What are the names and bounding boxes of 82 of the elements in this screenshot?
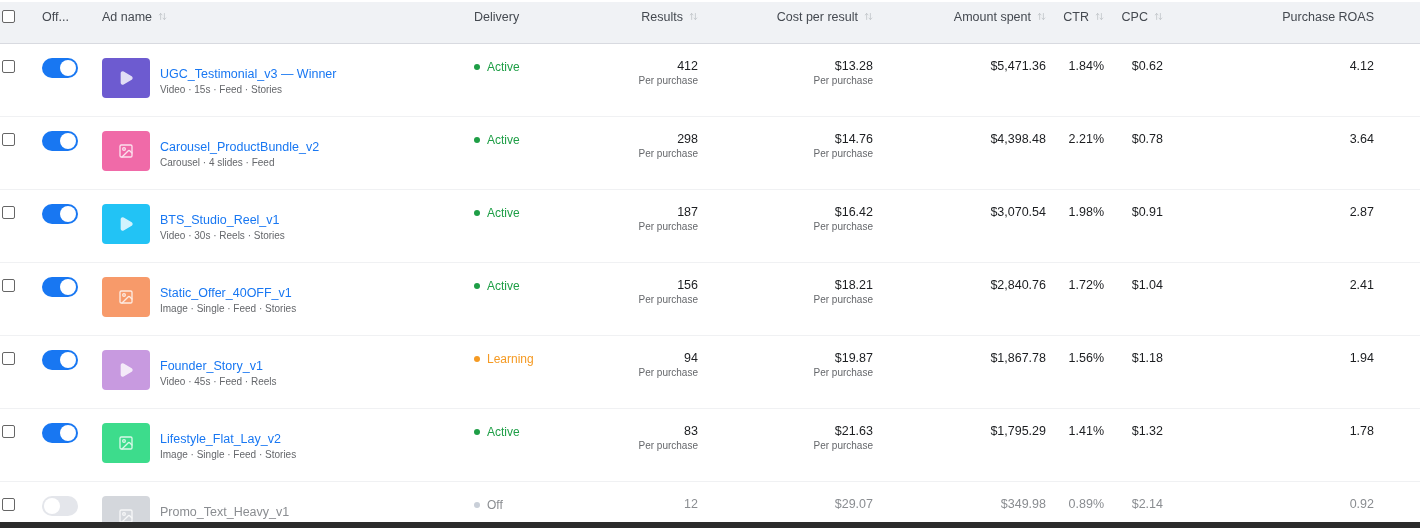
result-type-label: Per purchase xyxy=(813,439,873,453)
ad-name-link[interactable]: BTS_Studio_Reel_v1 xyxy=(160,212,285,228)
cpc-value: $0.62 xyxy=(1131,58,1163,74)
cpc-value: $2.14 xyxy=(1131,496,1163,512)
roas-value: 0.92 xyxy=(1349,496,1374,512)
column-header[interactable]: Amount spent xyxy=(953,7,1046,27)
ctr-value: 1.84% xyxy=(1068,58,1104,74)
amount-spent: $3,070.54 xyxy=(990,204,1046,220)
result-type-label: Per purchase xyxy=(813,147,873,161)
ad-name-link[interactable]: Carousel_ProductBundle_v2 xyxy=(160,139,320,155)
result-type-label: Per purchase xyxy=(813,220,873,234)
results-value: 12 xyxy=(684,496,698,512)
ad-name-link[interactable]: Founder_Story_v1 xyxy=(160,358,277,374)
ad-details: Carousel · 4 slides · Feed xyxy=(160,156,276,170)
column-header[interactable]: Results xyxy=(641,7,698,27)
cpc-value: $1.18 xyxy=(1131,350,1163,366)
amount-spent: $1,867.78 xyxy=(990,350,1046,366)
column-header[interactable]: Cost per result xyxy=(776,7,873,27)
result-type-label: Per purchase xyxy=(638,220,698,234)
ctr-value: 1.56% xyxy=(1068,350,1104,366)
cost-value: $14.76 xyxy=(834,131,873,147)
cpc-value: $0.91 xyxy=(1131,204,1163,220)
results-value: 94 xyxy=(684,350,698,366)
amount-spent: $4,398.48 xyxy=(990,131,1046,147)
amount-spent: $2,840.76 xyxy=(990,277,1046,293)
result-type-label: Per purchase xyxy=(638,74,698,88)
column-header[interactable]: Ad name xyxy=(102,7,168,27)
cost-value: $29.07 xyxy=(834,496,873,512)
column-header[interactable]: CTR xyxy=(1063,7,1104,27)
ad-details: Video · 45s · Feed · Reels xyxy=(160,375,277,389)
result-type-label: Per purchase xyxy=(638,439,698,453)
column-header[interactable]: Off... xyxy=(42,7,69,27)
delivery-status: Active xyxy=(487,205,520,222)
cost-value: $18.21 xyxy=(834,277,873,293)
column-header[interactable]: CPC xyxy=(1121,7,1163,27)
delivery-status: Learning xyxy=(487,351,534,368)
results-value: 187 xyxy=(677,204,698,220)
ctr-value: 1.41% xyxy=(1068,423,1104,439)
delivery-status: Active xyxy=(487,278,520,295)
delivery-status: Active xyxy=(487,59,520,76)
roas-value: 1.78 xyxy=(1349,423,1374,439)
ad-details: Image · Single · Feed · Stories xyxy=(160,302,297,316)
roas-value: 2.41 xyxy=(1349,277,1374,293)
cpc-value: $0.78 xyxy=(1131,131,1163,147)
ad-details: Video · 15s · Feed · Stories xyxy=(160,83,284,97)
result-type-label: Per purchase xyxy=(638,147,698,161)
cpc-value: $1.04 xyxy=(1131,277,1163,293)
ctr-value: 1.72% xyxy=(1068,277,1104,293)
cost-value: $19.87 xyxy=(834,350,873,366)
result-type-label: Per purchase xyxy=(638,293,698,307)
ctr-value: 0.89% xyxy=(1068,496,1104,512)
result-type-label: Per purchase xyxy=(813,293,873,307)
amount-spent: $349.98 xyxy=(1000,496,1046,512)
ctr-value: 2.21% xyxy=(1068,131,1104,147)
column-header[interactable]: Delivery xyxy=(474,7,520,27)
result-type-label: Per purchase xyxy=(813,366,873,380)
result-type-label: Per purchase xyxy=(638,366,698,380)
ad-name-link[interactable]: UGC_Testimonial_v3 — Winner xyxy=(160,66,337,82)
cost-value: $16.42 xyxy=(834,204,873,220)
results-value: 298 xyxy=(677,131,698,147)
delivery-status: Active xyxy=(487,424,520,441)
roas-value: 2.87 xyxy=(1349,204,1374,220)
roas-value: 3.64 xyxy=(1349,131,1374,147)
ad-details: Video · 30s · Reels · Stories xyxy=(160,229,285,243)
column-header[interactable]: Purchase ROAS xyxy=(1282,7,1374,27)
cost-value: $21.63 xyxy=(834,423,873,439)
amount-spent: $5,471.36 xyxy=(990,58,1046,74)
roas-value: 1.94 xyxy=(1349,350,1374,366)
ad-name-link[interactable]: Lifestyle_Flat_Lay_v2 xyxy=(160,431,297,447)
delivery-status: Off xyxy=(487,497,503,514)
roas-value: 4.12 xyxy=(1349,58,1374,74)
result-type-label: Per purchase xyxy=(813,74,873,88)
cost-value: $13.28 xyxy=(834,58,873,74)
cpc-value: $1.32 xyxy=(1131,423,1163,439)
results-value: 412 xyxy=(677,58,698,74)
results-value: 83 xyxy=(684,423,698,439)
ctr-value: 1.98% xyxy=(1068,204,1104,220)
ad-name-link[interactable]: Static_Offer_40OFF_v1 xyxy=(160,285,297,301)
amount-spent: $1,795.29 xyxy=(990,423,1046,439)
results-value: 156 xyxy=(677,277,698,293)
delivery-status: Active xyxy=(487,132,520,149)
ad-details: Image · Single · Feed · Stories xyxy=(160,448,297,462)
